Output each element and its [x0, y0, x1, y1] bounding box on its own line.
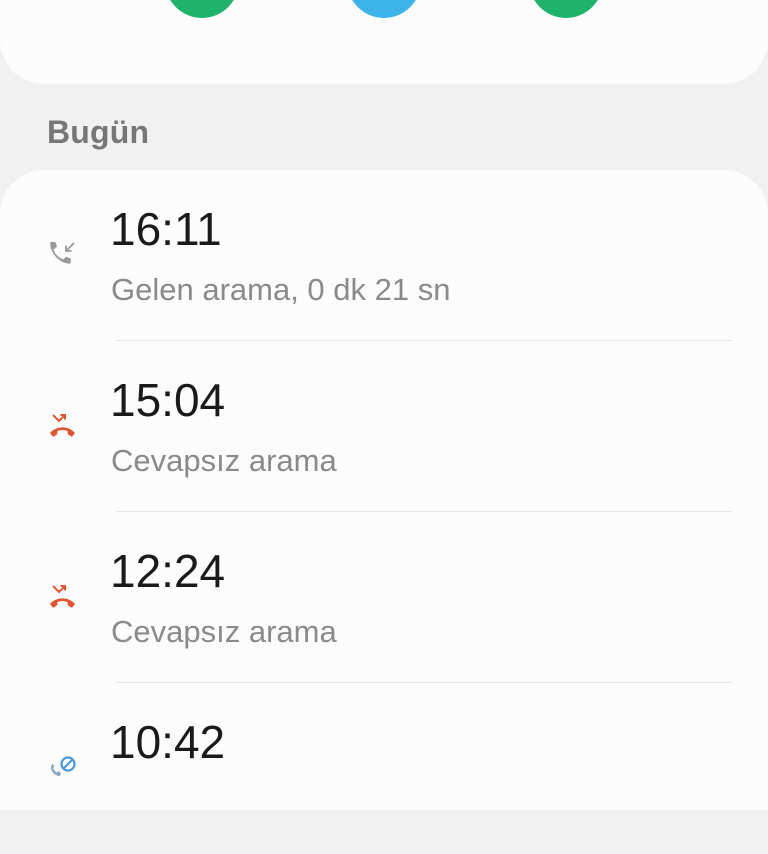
call-log-item[interactable]: 10:42: [0, 683, 768, 854]
incoming-call-icon: [48, 240, 78, 270]
call-description: Gelen arama, 0 dk 21 sn: [111, 272, 451, 307]
video-call-button[interactable]: [529, 0, 603, 18]
call-time: 15:04: [110, 374, 226, 426]
call-time: 10:42: [110, 716, 226, 768]
call-log-item[interactable]: 16:11 Gelen arama, 0 dk 21 sn: [0, 170, 768, 341]
missed-call-icon: [48, 582, 78, 612]
section-header-today: Bugün: [47, 114, 150, 150]
call-log-item[interactable]: 12:24 Cevapsız arama: [0, 512, 768, 683]
missed-call-icon: [48, 411, 78, 441]
call-log-list: 16:11 Gelen arama, 0 dk 21 sn 15:04 Ceva…: [0, 170, 768, 810]
call-description: Cevapsız arama: [111, 614, 337, 649]
call-time: 12:24: [110, 545, 226, 597]
contact-actions-card: [0, 0, 768, 84]
call-log-item[interactable]: 15:04 Cevapsız arama: [0, 341, 768, 512]
call-button[interactable]: [165, 0, 239, 18]
call-time: 16:11: [110, 203, 222, 255]
message-button[interactable]: [347, 0, 421, 18]
call-description: Cevapsız arama: [111, 443, 337, 478]
blocked-call-icon: [48, 751, 78, 781]
